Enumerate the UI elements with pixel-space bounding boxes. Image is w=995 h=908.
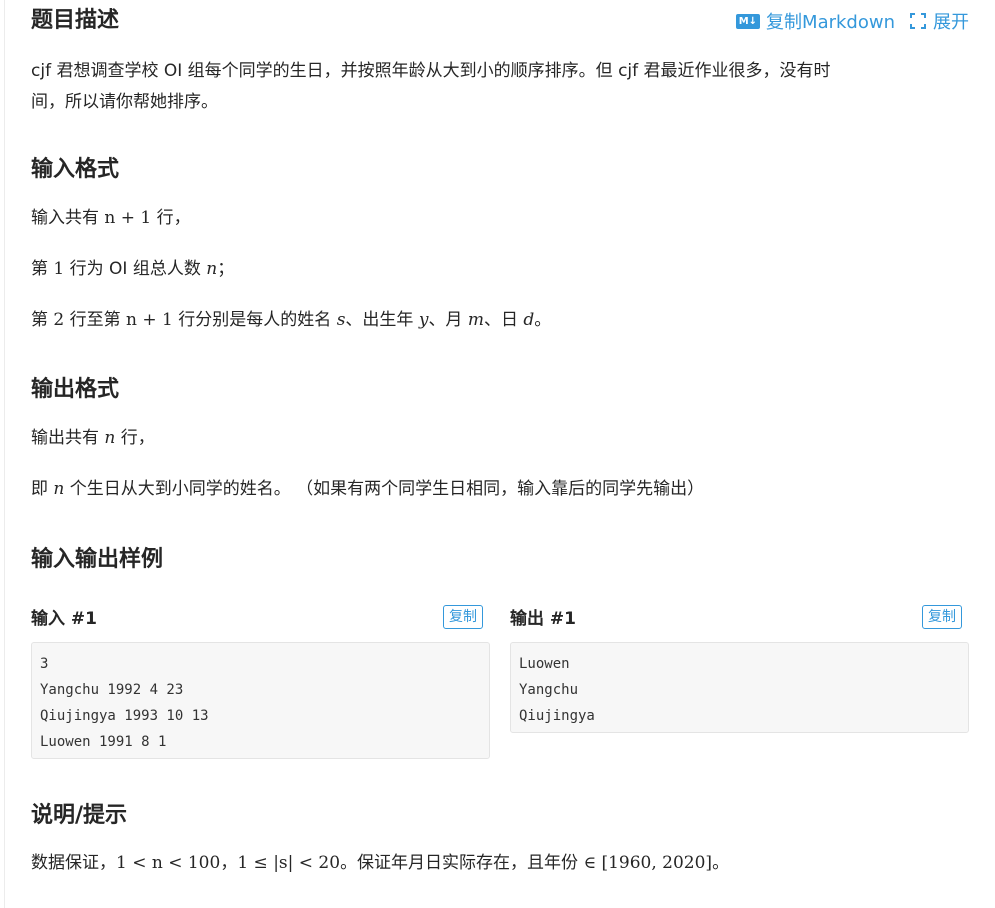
markdown-icon: M↓ — [735, 13, 761, 29]
expand-label: 展开 — [933, 12, 969, 33]
copy-input-button[interactable]: 复制 — [443, 605, 483, 629]
expand-button[interactable]: 展开 — [909, 8, 969, 34]
section-title-description: 题目描述 — [31, 8, 120, 33]
code-line: 3 — [40, 656, 49, 672]
sample-output-box: Luowen Yangchu Qiujingya — [510, 642, 969, 733]
code-line: Yangchu — [519, 682, 579, 698]
code-line: Luowen — [519, 656, 570, 672]
hint-line: 数据保证，1 < n < 100，1 ≤ |s| < 20。保证年月日实际存在，… — [31, 853, 730, 873]
section-title-hint: 说明/提示 — [31, 803, 128, 828]
input-format-line-1: 输入共有 n + 1 行， — [31, 208, 191, 228]
description-line-1: cjf 君想调查学校 OI 组每个同学的生日，并按照年龄从大到小的顺序排序。但 … — [31, 61, 831, 81]
expand-icon — [910, 13, 926, 29]
code-line: Luowen 1991 8 1 — [40, 734, 167, 750]
math-year-range: ∈ [1960, 2020] — [583, 853, 713, 873]
top-actions: M↓ 复制Markdown 展开 — [735, 8, 969, 34]
input-format-line-3: 第 2 行至第 n + 1 行分别是每人的姓名 s、出生年 y、月 m、日 d。 — [31, 310, 552, 330]
output-format-line-1: 输出共有 n 行， — [31, 428, 155, 448]
copy-markdown-label: 复制Markdown — [766, 12, 895, 33]
copy-markdown-button[interactable]: M↓ 复制Markdown — [735, 8, 895, 34]
description-line-2: 间，所以请你帮她排序。 — [31, 92, 218, 112]
section-title-samples: 输入输出样例 — [31, 547, 164, 572]
sample-output-label: 输出 #1 — [510, 609, 576, 629]
math-n-plus-1: n + 1 — [104, 208, 152, 228]
sample-input-label: 输入 #1 — [31, 609, 97, 629]
input-format-line-2: 第 1 行为 OI 组总人数 n； — [31, 259, 235, 279]
section-title-output-format: 输出格式 — [31, 377, 120, 402]
code-line: Yangchu 1992 4 23 — [40, 682, 184, 698]
math-s-range: 1 ≤ |s| < 20 — [237, 853, 341, 873]
sample-input-box: 3 Yangchu 1992 4 23 Qiujingya 1993 10 13… — [31, 642, 490, 759]
code-line: Qiujingya — [519, 708, 595, 724]
math-n-range: 1 < n < 100 — [116, 853, 221, 873]
copy-output-button[interactable]: 复制 — [922, 605, 962, 629]
section-title-input-format: 输入格式 — [31, 157, 120, 182]
code-line: Qiujingya 1993 10 13 — [40, 708, 209, 724]
problem-card: 题目描述 M↓ 复制Markdown 展开 cjf 君想调查学校 OI 组每个同… — [4, 0, 994, 908]
output-format-line-2: 即 n 个生日从大到小同学的姓名。 （如果有两个同学生日相同，输入靠后的同学先输… — [31, 479, 705, 499]
